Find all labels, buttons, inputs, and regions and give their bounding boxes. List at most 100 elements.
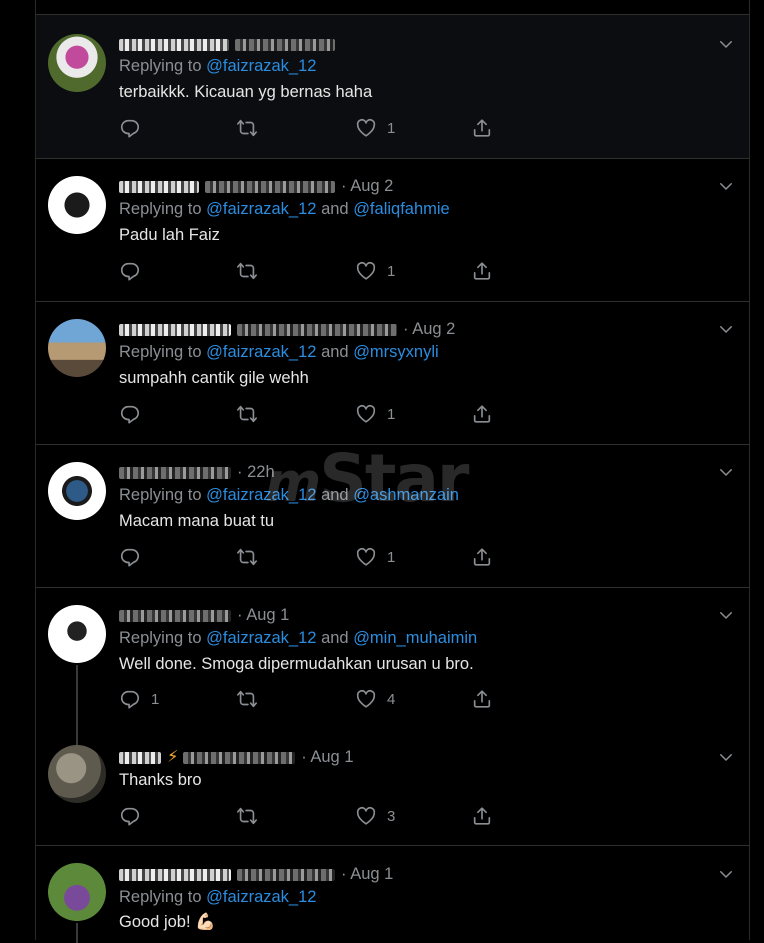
reply-button[interactable]: [119, 260, 151, 282]
replying-to: Replying to @faizrazak_12 and @ashmanzai…: [119, 486, 459, 504]
chevron-down-icon[interactable]: [717, 177, 735, 195]
like-button[interactable]: 1: [355, 117, 395, 139]
retweet-icon: [236, 260, 258, 282]
share-button[interactable]: [471, 403, 493, 425]
like-button[interactable]: 1: [355, 403, 395, 425]
tweet-card[interactable]: · 22h Replying to @faizrazak_12 and @ash…: [36, 444, 749, 588]
tweet-card[interactable]: · Aug 2 Replying to @faizrazak_12 and @m…: [36, 301, 749, 445]
tweet-text: sumpahh cantik gile wehh: [119, 369, 309, 387]
mention-link[interactable]: @ashmanzain: [353, 486, 459, 504]
avatar[interactable]: [48, 745, 106, 803]
like-button[interactable]: 1: [355, 260, 395, 282]
tweet-actions: 1 4: [119, 688, 499, 710]
tweet-actions: 3: [119, 805, 499, 827]
replying-to: Replying to @faizrazak_12: [119, 888, 317, 906]
retweet-button[interactable]: [236, 546, 258, 568]
display-name[interactable]: [119, 180, 199, 193]
retweet-button[interactable]: [236, 403, 258, 425]
avatar[interactable]: [48, 462, 106, 520]
replying-to: Replying to @faizrazak_12: [119, 57, 317, 75]
retweet-button[interactable]: [236, 688, 258, 710]
username[interactable]: [205, 180, 335, 193]
tweet-text: Padu lah Faiz: [119, 226, 220, 244]
reply-button[interactable]: [119, 403, 151, 425]
like-button[interactable]: 1: [355, 546, 395, 568]
display-name[interactable]: [119, 609, 231, 622]
display-name[interactable]: [119, 466, 231, 479]
tweet-text: Good job! 💪🏻: [119, 913, 216, 931]
like-icon: [355, 546, 377, 568]
display-name[interactable]: [119, 868, 231, 881]
avatar[interactable]: [48, 605, 106, 663]
replies-timeline: Replying to @faizrazak_12 terbaikkk. Kic…: [35, 0, 750, 943]
display-name[interactable]: [119, 751, 161, 764]
reply-button[interactable]: [119, 546, 151, 568]
like-count: 1: [387, 119, 396, 137]
chevron-down-icon[interactable]: [717, 748, 735, 766]
mention-link[interactable]: @faizrazak_12: [206, 629, 316, 647]
mention-link[interactable]: @faizrazak_12: [206, 200, 316, 218]
avatar[interactable]: [48, 863, 106, 921]
retweet-icon: [236, 805, 258, 827]
retweet-button[interactable]: [236, 805, 258, 827]
replying-to: Replying to @faizrazak_12 and @min_muhai…: [119, 629, 478, 647]
like-button[interactable]: 4: [355, 688, 395, 710]
reply-icon: [119, 403, 141, 425]
reply-icon: [119, 805, 141, 827]
retweet-icon: [236, 403, 258, 425]
chevron-down-icon[interactable]: [717, 320, 735, 338]
tweet-card[interactable]: · Aug 2 Replying to @faizrazak_12 and @f…: [36, 158, 749, 302]
share-button[interactable]: [471, 260, 493, 282]
tweet-header: · Aug 1: [119, 863, 393, 885]
tweet-time[interactable]: Aug 1: [350, 865, 393, 883]
mention-link[interactable]: @min_muhaimin: [353, 629, 477, 647]
mention-link[interactable]: @faizrazak_12: [206, 486, 316, 504]
retweet-button[interactable]: [236, 260, 258, 282]
username[interactable]: [237, 323, 397, 336]
tweet-actions: 1: [119, 546, 499, 568]
mention-link[interactable]: @faliqfahmie: [353, 200, 450, 218]
username[interactable]: [235, 38, 335, 51]
reply-button[interactable]: [119, 117, 151, 139]
chevron-down-icon[interactable]: [717, 865, 735, 883]
tweet-time[interactable]: Aug 1: [310, 748, 353, 766]
avatar[interactable]: [48, 176, 106, 234]
mention-link[interactable]: @faizrazak_12: [206, 57, 316, 75]
reply-button[interactable]: [119, 805, 151, 827]
display-name[interactable]: [119, 38, 229, 51]
tweet-header: · Aug 2: [119, 175, 393, 197]
tweet-time[interactable]: Aug 2: [412, 320, 455, 338]
tweet-header: · Aug 1: [119, 604, 289, 626]
share-button[interactable]: [471, 688, 493, 710]
tweet-card[interactable]: · Aug 1 Replying to @faizrazak_12 Good j…: [36, 845, 749, 943]
chevron-down-icon[interactable]: [717, 35, 735, 53]
tweet-header: ⚡ · Aug 1: [119, 746, 354, 768]
username[interactable]: [183, 751, 296, 764]
replying-to: Replying to @faizrazak_12 and @faliqfahm…: [119, 200, 450, 218]
mention-link[interactable]: @faizrazak_12: [206, 888, 316, 906]
share-icon: [471, 403, 493, 425]
mention-link[interactable]: @faizrazak_12: [206, 343, 316, 361]
tweet-time[interactable]: Aug 1: [246, 606, 289, 624]
chevron-down-icon[interactable]: [717, 463, 735, 481]
tweet-text: Well done. Smoga dipermudahkan urusan u …: [119, 655, 474, 673]
like-count: 1: [387, 405, 396, 423]
like-button[interactable]: 3: [355, 805, 395, 827]
chevron-down-icon[interactable]: [717, 606, 735, 624]
tweet-actions: 1: [119, 403, 499, 425]
share-button[interactable]: [471, 546, 493, 568]
mention-link[interactable]: @mrsyxnyli: [353, 343, 439, 361]
share-button[interactable]: [471, 117, 493, 139]
display-name[interactable]: [119, 323, 231, 336]
retweet-button[interactable]: [236, 117, 258, 139]
avatar[interactable]: [48, 319, 106, 377]
share-button[interactable]: [471, 805, 493, 827]
tweet-time[interactable]: 22h: [247, 463, 275, 481]
reply-button[interactable]: 1: [119, 688, 159, 710]
tweet-time[interactable]: Aug 2: [350, 177, 393, 195]
tweet-card[interactable]: Replying to @faizrazak_12 terbaikkk. Kic…: [36, 15, 749, 159]
retweet-icon: [236, 117, 258, 139]
username[interactable]: [237, 868, 335, 881]
avatar[interactable]: [48, 34, 106, 92]
tweet-actions: 1: [119, 260, 499, 282]
